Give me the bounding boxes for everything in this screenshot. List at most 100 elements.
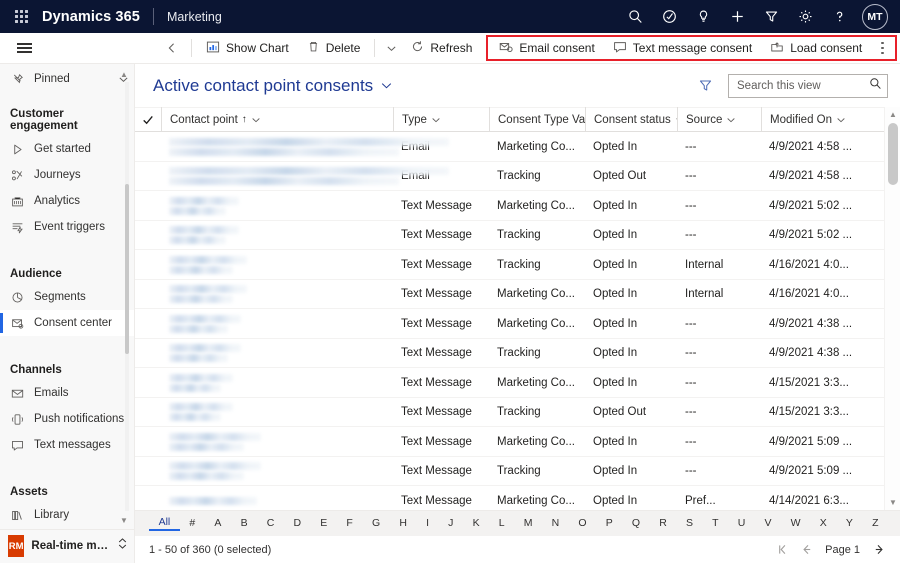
app-launcher-icon[interactable] (8, 0, 34, 33)
cell-contact-point-redacted[interactable] (161, 432, 393, 451)
text-message-consent-button[interactable]: Text message consent (604, 33, 761, 64)
area-switcher[interactable]: RM Real-time marketi... (0, 528, 134, 563)
cell-contact-point-redacted[interactable] (161, 403, 393, 422)
cell-contact-point-redacted[interactable] (161, 137, 449, 156)
cell-contact-point-redacted[interactable] (161, 462, 393, 481)
cell-contact-point-redacted[interactable] (161, 373, 393, 392)
search-icon[interactable] (869, 77, 882, 95)
sidebar-scrollbar-thumb[interactable] (125, 184, 129, 354)
sidebar-item-journeys[interactable]: Journeys (0, 162, 134, 188)
alpha-filter-v[interactable]: V (755, 517, 781, 530)
check-circle-icon[interactable] (652, 0, 686, 33)
alpha-filter-n[interactable]: N (542, 517, 569, 530)
cell-contact-point-redacted[interactable] (161, 496, 393, 505)
column-header-modified-on[interactable]: Modified On (761, 107, 884, 133)
brand-title[interactable]: Dynamics 365 (42, 9, 140, 25)
plus-icon[interactable] (720, 0, 754, 33)
alpha-filter-e[interactable]: E (311, 517, 337, 530)
overflow-menu-icon[interactable] (871, 35, 893, 61)
alpha-filter-p[interactable]: P (596, 517, 622, 530)
table-row[interactable]: Email Marketing Co... Opted In --- 4/9/2021 … (135, 132, 900, 162)
sidebar-item-segments[interactable]: Segments (0, 284, 134, 310)
sidebar-item-text-messages[interactable]: Text messages (0, 432, 134, 458)
sidebar-item-push-notifications[interactable]: Push notifications (0, 406, 134, 432)
refresh-button[interactable]: Refresh (402, 33, 481, 64)
alpha-filter-s[interactable]: S (676, 517, 702, 530)
alpha-filter-c[interactable]: C (257, 517, 284, 530)
avatar[interactable]: MT (862, 3, 888, 30)
load-consent-button[interactable]: Load consent (761, 33, 871, 64)
alpha-filter-z[interactable]: Z (862, 517, 888, 530)
select-all-checkbox[interactable] (135, 114, 161, 126)
table-row[interactable]: Text Message Tracking Opted In --- 4/9/2021 … (135, 339, 900, 369)
search-icon[interactable] (618, 0, 652, 33)
cell-contact-point-redacted[interactable] (161, 314, 393, 333)
sidebar-item-get-started[interactable]: Get started (0, 136, 134, 162)
column-header-type[interactable]: Type (393, 107, 489, 133)
table-row[interactable]: Text Message Marketing Co... Opted In --- 4/… (135, 427, 900, 457)
alpha-filter-h[interactable]: H (390, 517, 417, 530)
alpha-filter-b[interactable]: B (231, 517, 257, 530)
alpha-filter-u[interactable]: U (728, 517, 755, 530)
alpha-filter-y[interactable]: Y (836, 517, 862, 530)
chevron-down-icon[interactable] (431, 115, 441, 125)
sidebar-item-templates[interactable]: Templates (0, 528, 134, 529)
alpha-filter-o[interactable]: O (569, 517, 596, 530)
column-header-contact-point[interactable]: Contact point ↑ (161, 107, 393, 133)
alpha-filter-i[interactable]: I (417, 517, 439, 530)
table-row[interactable]: Text Message Marketing Co... Opted In --- 4/… (135, 368, 900, 398)
filter-icon[interactable] (692, 73, 718, 99)
next-page-icon[interactable] (868, 539, 890, 561)
table-row[interactable]: Text Message Marketing Co... Opted In --- 4/… (135, 191, 900, 221)
chevron-updown-icon[interactable] (117, 537, 128, 555)
first-page-icon[interactable] (771, 539, 793, 561)
sidebar-item-consent-center[interactable]: Consent center (0, 310, 134, 336)
alpha-filter-x[interactable]: X (810, 517, 836, 530)
table-row[interactable]: Text Message Marketing Co... Opted In Pref.… (135, 486, 900, 509)
table-row[interactable]: Text Message Marketing Co... Opted In --- 4/… (135, 309, 900, 339)
site-map-toggle-icon[interactable] (4, 33, 44, 64)
question-icon[interactable] (822, 0, 856, 33)
alpha-filter-f[interactable]: F (337, 517, 363, 530)
chevron-down-icon[interactable] (726, 115, 736, 125)
lightbulb-icon[interactable] (686, 0, 720, 33)
cell-contact-point-redacted[interactable] (161, 344, 393, 363)
column-header-source[interactable]: Source (677, 107, 761, 133)
grid-scrollbar[interactable]: ▲ ▼ (884, 107, 900, 510)
alpha-filter-hash[interactable]: # (180, 517, 205, 530)
alpha-filter-m[interactable]: M (514, 517, 542, 530)
delete-chevron-down-icon[interactable] (380, 33, 402, 64)
previous-page-icon[interactable] (795, 539, 817, 561)
search-input[interactable] (737, 79, 869, 92)
cell-contact-point-redacted[interactable] (161, 167, 449, 186)
cell-contact-point-redacted[interactable] (161, 226, 393, 245)
filter-icon[interactable] (754, 0, 788, 33)
sidebar-scroll-up-icon[interactable]: ▲ (118, 68, 130, 80)
sidebar-scroll-down-icon[interactable]: ▼ (118, 515, 130, 527)
table-row[interactable]: Email Tracking Opted Out --- 4/9/2021 4:58 .… (135, 162, 900, 192)
grid-scrollbar-thumb[interactable] (888, 123, 898, 186)
view-selector[interactable]: Active contact point consents (153, 76, 393, 96)
sidebar-item-pinned[interactable]: Pinned (0, 66, 134, 92)
cell-contact-point-redacted[interactable] (161, 285, 393, 304)
search-view-box[interactable] (728, 73, 888, 98)
alpha-filter-l[interactable]: L (489, 517, 514, 530)
alpha-filter-q[interactable]: Q (622, 517, 649, 530)
table-row[interactable]: Text Message Marketing Co... Opted In Inter… (135, 280, 900, 310)
email-consent-button[interactable]: Email consent (490, 33, 603, 64)
cell-contact-point-redacted[interactable] (161, 255, 393, 274)
alpha-filter-g[interactable]: G (362, 517, 389, 530)
column-header-consent-status[interactable]: Consent status (585, 107, 677, 133)
alpha-filter-w[interactable]: W (781, 517, 810, 530)
sidebar-item-emails[interactable]: Emails (0, 380, 134, 406)
sidebar-item-analytics[interactable]: Analytics (0, 188, 134, 214)
sidebar-item-library[interactable]: Library (0, 502, 134, 528)
app-area-label[interactable]: Marketing (167, 10, 222, 24)
table-row[interactable]: Text Message Tracking Opted In --- 4/9/2021 … (135, 221, 900, 251)
sidebar-item-event-triggers[interactable]: Event triggers (0, 214, 134, 240)
gear-icon[interactable] (788, 0, 822, 33)
alpha-filter-k[interactable]: K (463, 517, 489, 530)
alpha-filter-a[interactable]: A (205, 517, 231, 530)
alpha-filter-j[interactable]: J (439, 517, 463, 530)
alpha-filter-r[interactable]: R (650, 517, 677, 530)
